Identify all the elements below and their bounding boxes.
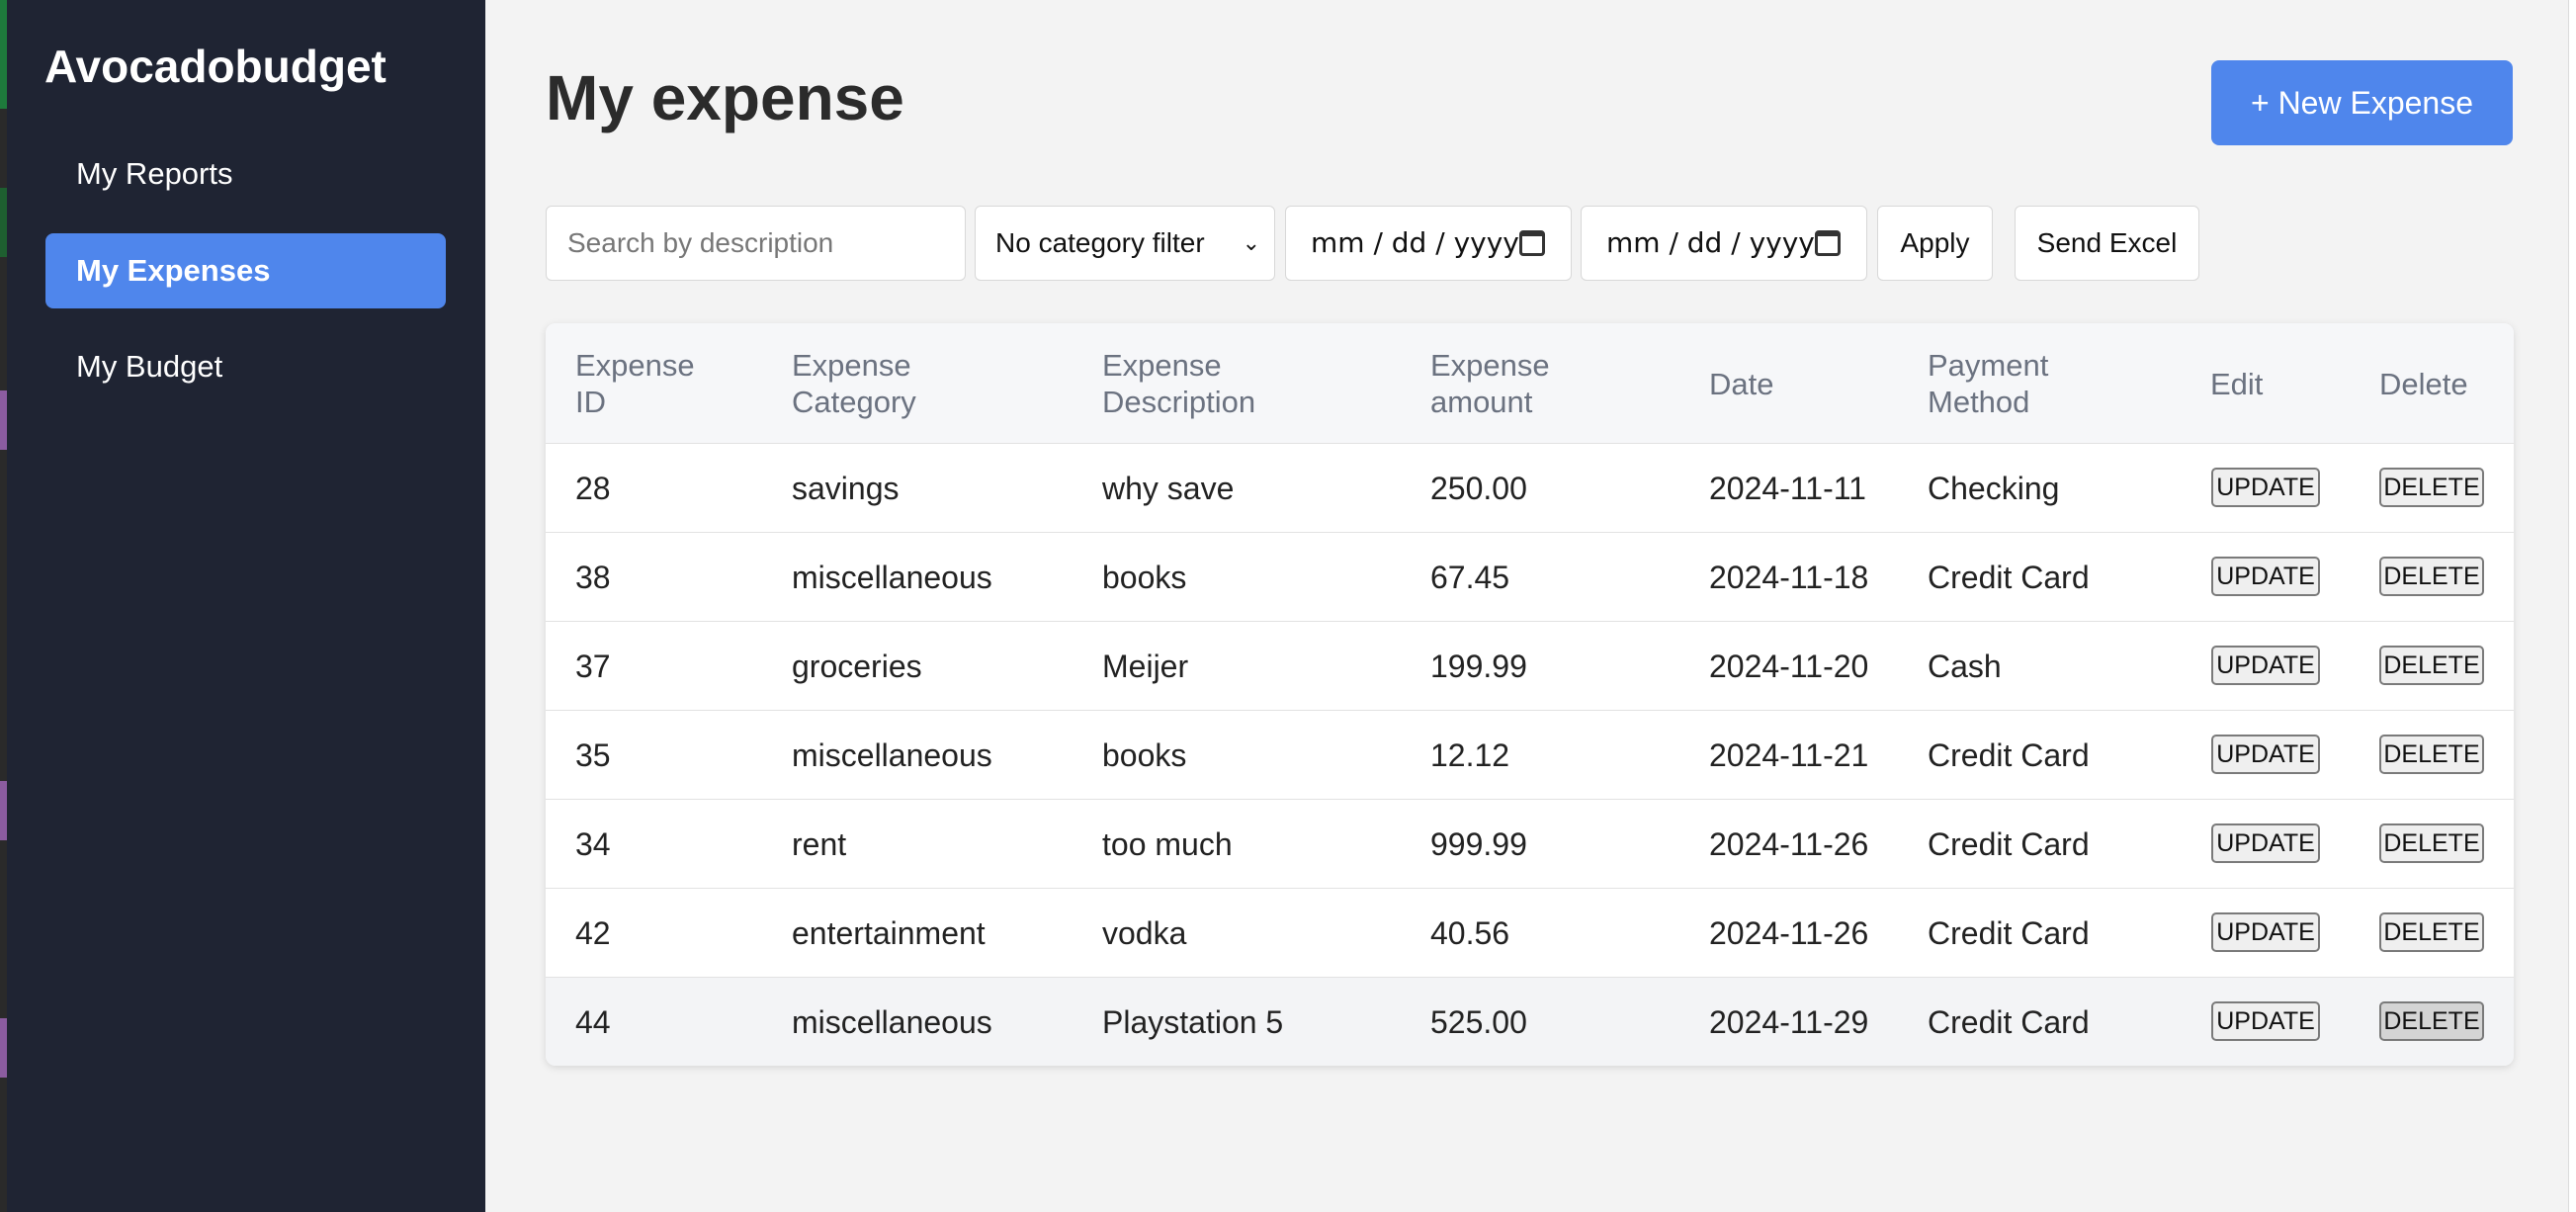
cell-expense-id: 34 — [575, 826, 611, 862]
cell-payment-method: Credit Card — [1928, 737, 2090, 773]
send-excel-button[interactable]: Send Excel — [2015, 206, 2199, 281]
delete-button[interactable]: DELETE — [2379, 557, 2484, 596]
start-date-placeholder: mm / dd / yyyy — [1311, 226, 1519, 259]
cell-expense-amount: 250.00 — [1430, 471, 1527, 506]
cell-payment-method: Credit Card — [1928, 560, 2090, 595]
cell-expense-description: why save — [1102, 471, 1235, 506]
table-row: 37 groceries Meijer 199.99 2024-11-20 Cash UPD… — [546, 622, 2514, 711]
page-title: My expense — [546, 62, 904, 133]
cell-expense-category: groceries — [792, 649, 922, 684]
cell-expense-category: miscellaneous — [792, 560, 992, 595]
header-expense-amount: Expense amount — [1430, 348, 1550, 419]
cell-payment-method: Credit Card — [1928, 915, 2090, 951]
cell-payment-method: Cash — [1928, 649, 2002, 684]
brand-logo[interactable]: Avocadobudget — [44, 40, 386, 93]
cell-expense-description: books — [1102, 560, 1187, 595]
sidebar: Avocadobudget My Reports My Expenses My … — [7, 0, 485, 1212]
end-date-input[interactable]: mm / dd / yyyy — [1581, 206, 1867, 281]
cell-payment-method: Credit Card — [1928, 826, 2090, 862]
update-button[interactable]: UPDATE — [2211, 557, 2320, 596]
cell-expense-description: Playstation 5 — [1102, 1004, 1284, 1040]
cell-expense-amount: 999.99 — [1430, 826, 1527, 862]
cell-expense-id: 42 — [575, 915, 611, 951]
background-window-edge — [0, 0, 7, 1212]
update-button[interactable]: UPDATE — [2211, 646, 2320, 685]
cell-payment-method: Credit Card — [1928, 1004, 2090, 1040]
cell-date: 2024-11-21 — [1709, 737, 1869, 773]
category-filter-value: No category filter — [995, 227, 1205, 258]
cell-payment-method: Checking — [1928, 471, 2060, 506]
update-button[interactable]: UPDATE — [2211, 912, 2320, 952]
cell-date: 2024-11-26 — [1709, 915, 1869, 951]
main-content: My expense + New Expense Search by descr… — [485, 0, 2576, 1212]
table-header: Expense ID Expense Category Expense Descrip… — [546, 323, 2514, 444]
delete-button[interactable]: DELETE — [2379, 468, 2484, 507]
cell-expense-description: Meijer — [1102, 649, 1189, 684]
update-button[interactable]: UPDATE — [2211, 735, 2320, 774]
update-button[interactable]: UPDATE — [2211, 1001, 2320, 1041]
cell-expense-category: miscellaneous — [792, 1004, 992, 1040]
delete-button[interactable]: DELETE — [2379, 1001, 2484, 1041]
delete-button[interactable]: DELETE — [2379, 912, 2484, 952]
sidebar-item-my-reports[interactable]: My Reports — [45, 136, 446, 212]
cell-expense-description: vodka — [1102, 915, 1187, 951]
cell-expense-id: 37 — [575, 649, 611, 684]
header-date: Date — [1709, 366, 1774, 401]
cell-expense-category: miscellaneous — [792, 737, 992, 773]
cell-expense-id: 35 — [575, 737, 611, 773]
background-window-edge — [2568, 0, 2576, 1212]
header-payment-method: Payment Method — [1928, 348, 2049, 419]
cell-expense-description: too much — [1102, 826, 1233, 862]
category-filter-select[interactable]: No category filter ⌄ — [975, 206, 1275, 281]
cell-date: 2024-11-29 — [1709, 1004, 1869, 1040]
table-row: 38 miscellaneous books 67.45 2024-11-18 Credi… — [546, 533, 2514, 622]
delete-button[interactable]: DELETE — [2379, 646, 2484, 685]
cell-expense-amount: 67.45 — [1430, 560, 1510, 595]
cell-date: 2024-11-18 — [1709, 560, 1869, 595]
table-row: 42 entertainment vodka 40.56 2024-11-26 Credi… — [546, 889, 2514, 978]
update-button[interactable]: UPDATE — [2211, 823, 2320, 863]
calendar-icon[interactable] — [1519, 230, 1545, 256]
header-edit: Edit — [2210, 366, 2264, 401]
calendar-icon[interactable] — [1815, 230, 1841, 256]
cell-expense-amount: 525.00 — [1430, 1004, 1527, 1040]
header-delete: Delete — [2379, 366, 2468, 401]
start-date-input[interactable]: mm / dd / yyyy — [1285, 206, 1572, 281]
cell-expense-category: savings — [792, 471, 900, 506]
header-expense-category: Expense Category — [792, 348, 916, 419]
apply-button[interactable]: Apply — [1877, 206, 1993, 281]
sidebar-item-my-expenses[interactable]: My Expenses — [45, 233, 446, 308]
update-button[interactable]: UPDATE — [2211, 468, 2320, 507]
cell-expense-category: entertainment — [792, 915, 986, 951]
cell-expense-description: books — [1102, 737, 1187, 773]
header-expense-description: Expense Description — [1102, 348, 1256, 419]
table-row: 28 savings why save 250.00 2024-11-11 Checkin… — [546, 444, 2514, 533]
end-date-placeholder: mm / dd / yyyy — [1606, 226, 1815, 259]
chevron-down-icon: ⌄ — [1242, 230, 1260, 255]
cell-expense-amount: 199.99 — [1430, 649, 1527, 684]
cell-date: 2024-11-20 — [1709, 649, 1869, 684]
header-expense-id: Expense ID — [575, 348, 695, 419]
delete-button[interactable]: DELETE — [2379, 823, 2484, 863]
cell-expense-amount: 12.12 — [1430, 737, 1510, 773]
cell-date: 2024-11-11 — [1709, 471, 1866, 506]
table-row: 35 miscellaneous books 12.12 2024-11-21 Credi… — [546, 711, 2514, 800]
cell-date: 2024-11-26 — [1709, 826, 1869, 862]
search-input[interactable]: Search by description — [546, 206, 966, 281]
cell-expense-id: 28 — [575, 471, 611, 506]
expense-table: Expense ID Expense Category Expense Descrip… — [546, 323, 2514, 1066]
cell-expense-category: rent — [792, 826, 847, 862]
table-row: 44 miscellaneous Playstation 5 525.00 2024-1… — [546, 978, 2514, 1066]
table-row: 34 rent too much 999.99 2024-11-26 Credit Car… — [546, 800, 2514, 889]
cell-expense-id: 38 — [575, 560, 611, 595]
sidebar-item-my-budget[interactable]: My Budget — [45, 329, 446, 404]
new-expense-button[interactable]: + New Expense — [2211, 60, 2513, 145]
cell-expense-amount: 40.56 — [1430, 915, 1510, 951]
delete-button[interactable]: DELETE — [2379, 735, 2484, 774]
cell-expense-id: 44 — [575, 1004, 611, 1040]
